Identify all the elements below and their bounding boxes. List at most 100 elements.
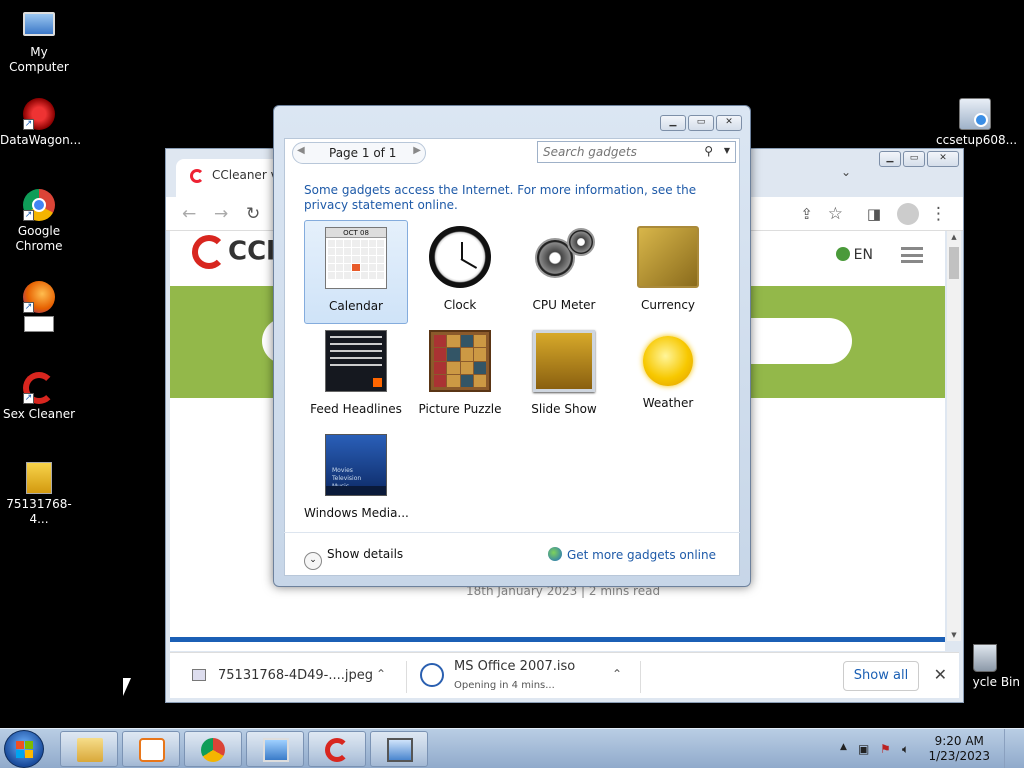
dropdown-arrow-icon[interactable]: ▼ [724, 146, 730, 155]
forward-arrow-icon[interactable]: → [214, 204, 228, 224]
desktop-icon-my-computer[interactable]: My Computer [0, 8, 78, 75]
search-input[interactable] [543, 145, 693, 159]
next-page-icon[interactable]: ▶ [413, 145, 421, 156]
desktop-icon-label [24, 316, 54, 332]
system-tray: ▲ ▣ ⚑ 🔈︎ 9:20 AM 1/23/2023 [838, 729, 1018, 768]
shortcut-arrow-icon: ↗ [23, 302, 34, 313]
feed-headlines-icon [325, 330, 387, 392]
show-details-toggle[interactable]: ⌄ Show details [304, 547, 403, 570]
show-desktop-button[interactable] [1004, 729, 1018, 768]
gadgets-window: ▁ ▭ ✕ ◀ Page 1 of 1 ▶ ⚲ ▼ Some gadgets a… [273, 105, 751, 587]
start-button[interactable] [4, 730, 44, 768]
privacy-notice-link[interactable]: Some gadgets access the Internet. For mo… [304, 183, 724, 213]
taskbar-media-player-button[interactable] [122, 731, 180, 767]
minimize-button[interactable]: ▁ [879, 151, 901, 167]
tab-search-chevron-icon[interactable]: ⌄ [841, 165, 851, 179]
gadget-label: CPU Meter [532, 298, 596, 312]
wmc-line: Television [332, 475, 362, 482]
desktop-icon-firefox[interactable]: ↗ [0, 281, 78, 332]
side-panel-icon[interactable]: ◨ [867, 204, 881, 224]
gadget-label: Windows Media... [304, 506, 409, 520]
clock-icon [429, 226, 491, 288]
taskbar-chrome-button[interactable] [184, 731, 242, 767]
divider [170, 637, 945, 642]
maximize-button[interactable]: ▭ [903, 151, 925, 167]
download-separator [640, 661, 641, 693]
profile-avatar-icon[interactable] [897, 203, 919, 225]
close-button[interactable]: ✕ [716, 115, 742, 131]
taskbar-remote-desktop-button[interactable] [370, 731, 428, 767]
gadget-slide-show[interactable]: Slide Show [512, 324, 616, 428]
gadget-cpu-meter[interactable]: CPU Meter [512, 220, 616, 324]
taskbar-explorer-button[interactable] [60, 731, 118, 767]
gadget-label: Weather [642, 396, 694, 410]
gadget-clock[interactable]: Clock [408, 220, 512, 324]
desktop-icon-ccsetup[interactable]: ccsetup608... [936, 98, 1017, 148]
ccleaner-icon [325, 738, 349, 762]
hamburger-menu-icon[interactable] [901, 247, 923, 263]
back-arrow-icon[interactable]: ← [182, 204, 196, 224]
wmc-line: Movies [332, 467, 353, 474]
gadget-currency[interactable]: Currency [616, 220, 720, 324]
menu-kebab-icon[interactable]: ⋮ [930, 204, 947, 224]
clock[interactable]: 9:20 AM 1/23/2023 [928, 734, 990, 764]
gadget-label: Clock [443, 298, 477, 312]
download-separator [406, 661, 407, 693]
action-center-icon[interactable]: ⚑ [880, 742, 891, 756]
taskbar-ccleaner-button[interactable] [308, 731, 366, 767]
language-selector[interactable]: EN [835, 247, 873, 263]
download-filename: MS Office 2007.iso [454, 659, 576, 674]
page-scrollbar[interactable]: ▲ ▼ [947, 231, 961, 641]
globe-icon [547, 547, 562, 561]
get-more-gadgets-link[interactable]: Get more gadgets online [547, 547, 716, 562]
download-item-iso[interactable]: MS Office 2007.iso Opening in 4 mins... … [410, 653, 638, 699]
desktop-icon-label: My Computer [9, 45, 69, 74]
disc-image-icon [420, 663, 444, 687]
datawagon-icon: ↗ [23, 98, 55, 130]
desktop-icon-google-chrome[interactable]: ↗ Google Chrome [0, 189, 78, 254]
firefox-icon: ↗ [23, 281, 55, 313]
network-icon[interactable]: ▣ [858, 742, 869, 756]
clock-date: 1/23/2023 [928, 749, 990, 763]
computer-icon [23, 12, 55, 36]
gadget-windows-media-center[interactable]: Movies Television Music Windows Media... [304, 428, 409, 532]
scroll-up-icon[interactable]: ▲ [947, 233, 961, 241]
calendar-month: OCT 08 [326, 228, 386, 238]
search-icon[interactable]: ⚲ [704, 144, 713, 158]
show-hidden-icons-icon[interactable]: ▲ [840, 742, 847, 752]
share-icon[interactable]: ⇪ [800, 204, 813, 224]
scroll-down-icon[interactable]: ▼ [947, 631, 961, 639]
gadget-calendar[interactable]: OCT 08 Calendar [304, 220, 408, 324]
folder-icon [77, 738, 103, 762]
gadget-label: Feed Headlines [310, 402, 402, 416]
close-download-bar-icon[interactable]: ✕ [934, 665, 947, 684]
gadget-search-box[interactable]: ⚲ ▼ [537, 141, 736, 163]
desktop-icon-image-file[interactable]: 75131768-4... [0, 462, 78, 527]
image-file-icon [192, 669, 206, 681]
close-button[interactable]: ✕ [927, 151, 959, 167]
gadget-picture-puzzle[interactable]: Picture Puzzle [408, 324, 512, 428]
gadget-feed-headlines[interactable]: Feed Headlines [304, 324, 408, 428]
download-item-jpeg[interactable]: 75131768-4D49-....jpeg ⌃ [170, 653, 402, 699]
minimize-button[interactable]: ▁ [660, 115, 686, 131]
desktop-icon-label: Google Chrome [15, 224, 63, 253]
gadget-label: Picture Puzzle [418, 402, 502, 416]
clock-time: 9:20 AM [934, 734, 984, 748]
previous-page-icon[interactable]: ◀ [297, 145, 305, 156]
chrome-icon [201, 738, 225, 762]
bookmark-star-icon[interactable]: ☆ [828, 204, 843, 224]
gadget-weather[interactable]: Weather [616, 324, 720, 428]
show-all-button[interactable]: Show all [843, 661, 919, 691]
scroll-thumb[interactable] [949, 247, 959, 279]
download-filename: 75131768-4D49-....jpeg [218, 668, 374, 683]
desktop-icon-datawagon[interactable]: ↗ DataWagon... [0, 98, 81, 148]
taskbar-photo-viewer-button[interactable] [246, 731, 304, 767]
volume-icon[interactable]: 🔈︎ [902, 742, 909, 757]
show-details-label: Show details [327, 547, 404, 561]
chevron-up-icon[interactable]: ⌃ [376, 667, 386, 681]
reload-icon[interactable]: ↻ [246, 204, 260, 224]
gadget-label: Slide Show [531, 402, 597, 416]
restore-button[interactable]: ▭ [688, 115, 714, 131]
desktop-icon-sex-cleaner[interactable]: ↗ Sex Cleaner [0, 372, 78, 422]
chevron-up-icon[interactable]: ⌃ [612, 667, 622, 681]
